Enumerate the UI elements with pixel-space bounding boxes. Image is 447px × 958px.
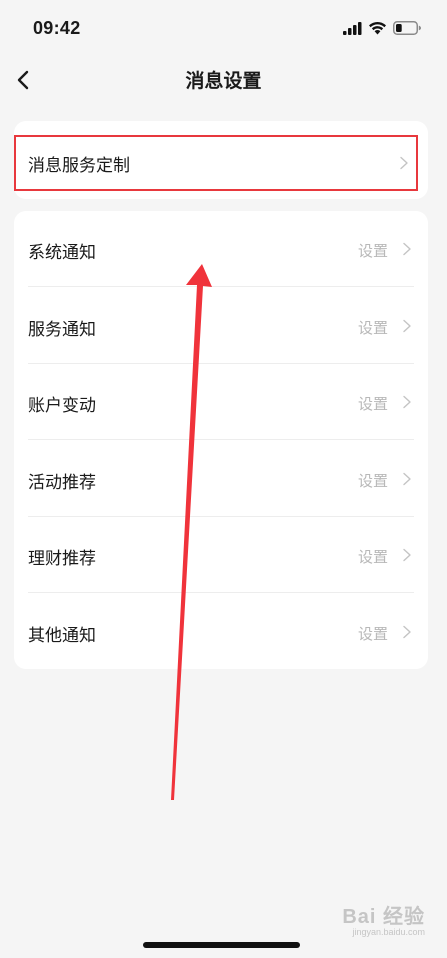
phone-screen: 09:42 消息设置 消息服务定制 系统通知 设置 服务通知 设置 账户变动 设… [0,0,447,958]
list-item-label: 活动推荐 [28,473,96,493]
list-item[interactable]: 理财推荐 设置 [14,517,428,593]
list-item-value: 设置 [357,242,388,260]
divider [28,439,414,440]
navigation-bar: 消息设置 [0,56,447,104]
notification-settings-card: 系统通知 设置 服务通知 设置 账户变动 设置 活动推荐 设置 理财推荐 设置 [14,211,428,669]
chevron-right-icon [403,319,411,333]
custom-service-card: 消息服务定制 [14,121,428,199]
cellular-signal-icon [343,22,362,35]
battery-icon [393,21,421,35]
list-item[interactable]: 其他通知 设置 [14,594,428,670]
wifi-icon [369,21,386,35]
list-item-label: 系统通知 [28,243,96,263]
list-item[interactable]: 系统通知 设置 [14,211,428,287]
chevron-right-icon [403,472,411,486]
divider [28,286,414,287]
chevron-right-icon [403,625,411,639]
home-indicator[interactable] [143,942,300,948]
chevron-right-icon [403,395,411,409]
list-item[interactable]: 账户变动 设置 [14,364,428,440]
highlight-box [14,135,418,191]
watermark: Bai 经验 jingyan.baidu.com [342,900,425,937]
list-item-label: 账户变动 [28,396,96,416]
list-item-label: 服务通知 [28,320,96,340]
watermark-logo: Bai 经验 [342,906,425,928]
chevron-right-icon [403,548,411,562]
status-time: 09:42 [33,18,81,38]
divider [28,592,414,593]
status-bar: 09:42 [0,0,447,56]
chevron-right-icon [403,242,411,256]
list-item-value: 设置 [357,548,388,566]
list-item-label: 理财推荐 [28,549,96,569]
list-item-label: 其他通知 [28,626,96,646]
list-item-value: 设置 [357,395,388,413]
page-title: 消息设置 [185,70,262,92]
list-item[interactable]: 服务通知 设置 [14,288,428,364]
list-item[interactable]: 活动推荐 设置 [14,441,428,517]
list-item-value: 设置 [357,319,388,337]
watermark-url: jingyan.baidu.com [352,927,425,937]
list-item-value: 设置 [357,625,388,643]
list-item-value: 设置 [357,472,388,490]
